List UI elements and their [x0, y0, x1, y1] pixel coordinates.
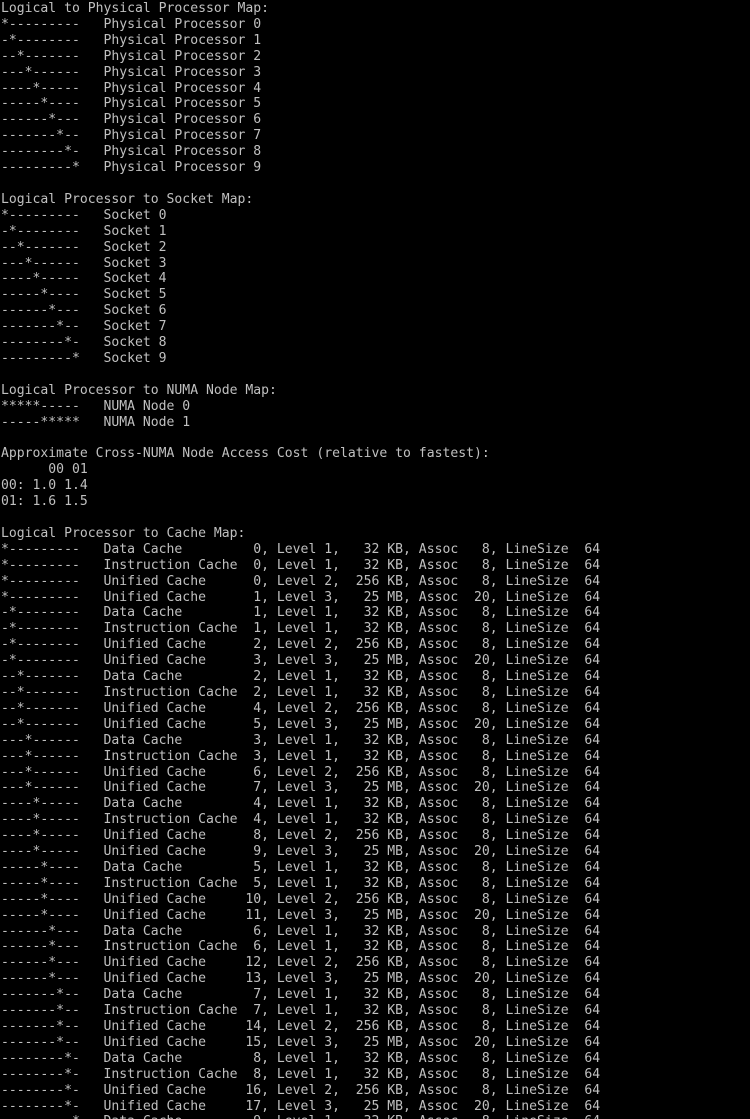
cache-map-row: ------*--- Unified Cache 12, Level 2, 25…: [1, 955, 601, 971]
numa-cost-column-headers: 00 01: [1, 462, 88, 478]
cache-map-row: -*-------- Data Cache 1, Level 1, 32 KB,…: [1, 605, 601, 621]
socket-map-heading: Logical Processor to Socket Map:: [1, 191, 254, 207]
socket-map-row: ---------* Socket 9: [1, 350, 167, 366]
numa-node-map-heading: Logical Processor to NUMA Node Map:: [1, 382, 277, 398]
numa-node-map-row: -----***** NUMA Node 1: [1, 414, 191, 430]
cache-map-row: ---*------ Data Cache 3, Level 1, 32 KB,…: [1, 732, 601, 748]
cache-map-row: ---*------ Unified Cache 6, Level 2, 256…: [1, 764, 601, 780]
physical-processor-map-row: *--------- Physical Processor 0: [1, 16, 262, 32]
physical-processor-map-row: -------*-- Physical Processor 7: [1, 128, 262, 144]
socket-map-row: --*------- Socket 2: [1, 239, 167, 255]
physical-processor-map-row: ------*--- Physical Processor 6: [1, 112, 262, 128]
cache-map-row: -*-------- Instruction Cache 1, Level 1,…: [1, 621, 601, 637]
cache-map-row: --*------- Data Cache 2, Level 1, 32 KB,…: [1, 669, 601, 685]
cache-map-row: ---*------ Unified Cache 7, Level 3, 25 …: [1, 780, 601, 796]
cache-map-row: ------*--- Data Cache 6, Level 1, 32 KB,…: [1, 923, 601, 939]
cache-map-heading: Logical Processor to Cache Map:: [1, 525, 246, 541]
numa-node-map-row: *****----- NUMA Node 0: [1, 398, 191, 414]
cache-map-row: --------*- Data Cache 8, Level 1, 32 KB,…: [1, 1050, 601, 1066]
cache-map-row: ------*--- Instruction Cache 6, Level 1,…: [1, 939, 601, 955]
cache-map-row: -----*---- Unified Cache 11, Level 3, 25…: [1, 907, 601, 923]
numa-cost-heading: Approximate Cross-NUMA Node Access Cost …: [1, 446, 490, 462]
cache-map-row: ----*----- Unified Cache 8, Level 2, 256…: [1, 828, 601, 844]
console-output: Logical to Physical Processor Map: *-----…: [0, 0, 750, 1119]
cache-map-row: --*------- Unified Cache 5, Level 3, 25 …: [1, 716, 601, 732]
cache-map-row: -----*---- Unified Cache 10, Level 2, 25…: [1, 891, 601, 907]
cache-map-row: *--------- Data Cache 0, Level 1, 32 KB,…: [1, 541, 601, 557]
cache-map-row: --------*- Unified Cache 16, Level 2, 25…: [1, 1082, 601, 1098]
cache-map-row: *--------- Instruction Cache 0, Level 1,…: [1, 557, 601, 573]
socket-map-row: -*-------- Socket 1: [1, 223, 167, 239]
cache-map-row: --------*- Unified Cache 17, Level 3, 25…: [1, 1098, 601, 1114]
physical-processor-map-row: ---*------ Physical Processor 3: [1, 64, 262, 80]
cache-map-row: *--------- Unified Cache 1, Level 3, 25 …: [1, 589, 601, 605]
numa-cost-row: 01: 1.6 1.5: [1, 494, 88, 510]
physical-processor-map-heading: Logical to Physical Processor Map:: [1, 1, 270, 16]
cache-map-row: -----*---- Instruction Cache 5, Level 1,…: [1, 875, 601, 891]
physical-processor-map-row: ---------* Physical Processor 9: [1, 160, 262, 176]
cache-map-row: -------*-- Instruction Cache 7, Level 1,…: [1, 1003, 601, 1019]
physical-processor-map-row: --*------- Physical Processor 2: [1, 48, 262, 64]
cache-map-row: -----*---- Data Cache 5, Level 1, 32 KB,…: [1, 859, 601, 875]
numa-cost-row: 00: 1.0 1.4: [1, 478, 88, 494]
cache-map-row: -------*-- Unified Cache 14, Level 2, 25…: [1, 1019, 601, 1034]
socket-map-row: ----*----- Socket 4: [1, 271, 167, 287]
cache-map-row: -*-------- Unified Cache 3, Level 3, 25 …: [1, 653, 601, 669]
cache-map-row: *--------- Unified Cache 0, Level 2, 256…: [1, 573, 601, 589]
socket-map-row: --------*- Socket 8: [1, 335, 167, 351]
cache-map-row: --*------- Instruction Cache 2, Level 1,…: [1, 684, 601, 700]
cache-map-row: ---*------ Instruction Cache 3, Level 1,…: [1, 748, 601, 764]
cache-map-row: -*-------- Unified Cache 2, Level 2, 256…: [1, 637, 601, 653]
cache-map-row: ------*--- Unified Cache 13, Level 3, 25…: [1, 971, 601, 987]
cache-map-row: ----*----- Instruction Cache 4, Level 1,…: [1, 812, 601, 828]
physical-processor-map-row: -----*---- Physical Processor 5: [1, 96, 262, 112]
cache-map-row: ----*----- Unified Cache 9, Level 3, 25 …: [1, 844, 601, 860]
socket-map-row: ------*--- Socket 6: [1, 303, 167, 319]
cache-map-row: ---------* Data Cache 9, Level 1, 32 KB,…: [1, 1114, 750, 1119]
cache-map-row: --------*- Instruction Cache 8, Level 1,…: [1, 1066, 601, 1082]
cache-map-row: --*------- Unified Cache 4, Level 2, 256…: [1, 700, 601, 716]
socket-map-row: ---*------ Socket 3: [1, 255, 167, 271]
physical-processor-map-row: ----*----- Physical Processor 4: [1, 80, 262, 96]
cache-map-row: -------*-- Data Cache 7, Level 1, 32 KB,…: [1, 987, 601, 1003]
socket-map-row: *--------- Socket 0: [1, 207, 167, 223]
cache-map-row: -------*-- Unified Cache 15, Level 3, 25…: [1, 1034, 601, 1050]
socket-map-row: -----*---- Socket 5: [1, 287, 167, 303]
cache-map-row: ----*----- Data Cache 4, Level 1, 32 KB,…: [1, 796, 601, 812]
physical-processor-map-row: -*-------- Physical Processor 1: [1, 32, 262, 48]
socket-map-row: -------*-- Socket 7: [1, 319, 167, 335]
physical-processor-map-row: --------*- Physical Processor 8: [1, 144, 262, 160]
